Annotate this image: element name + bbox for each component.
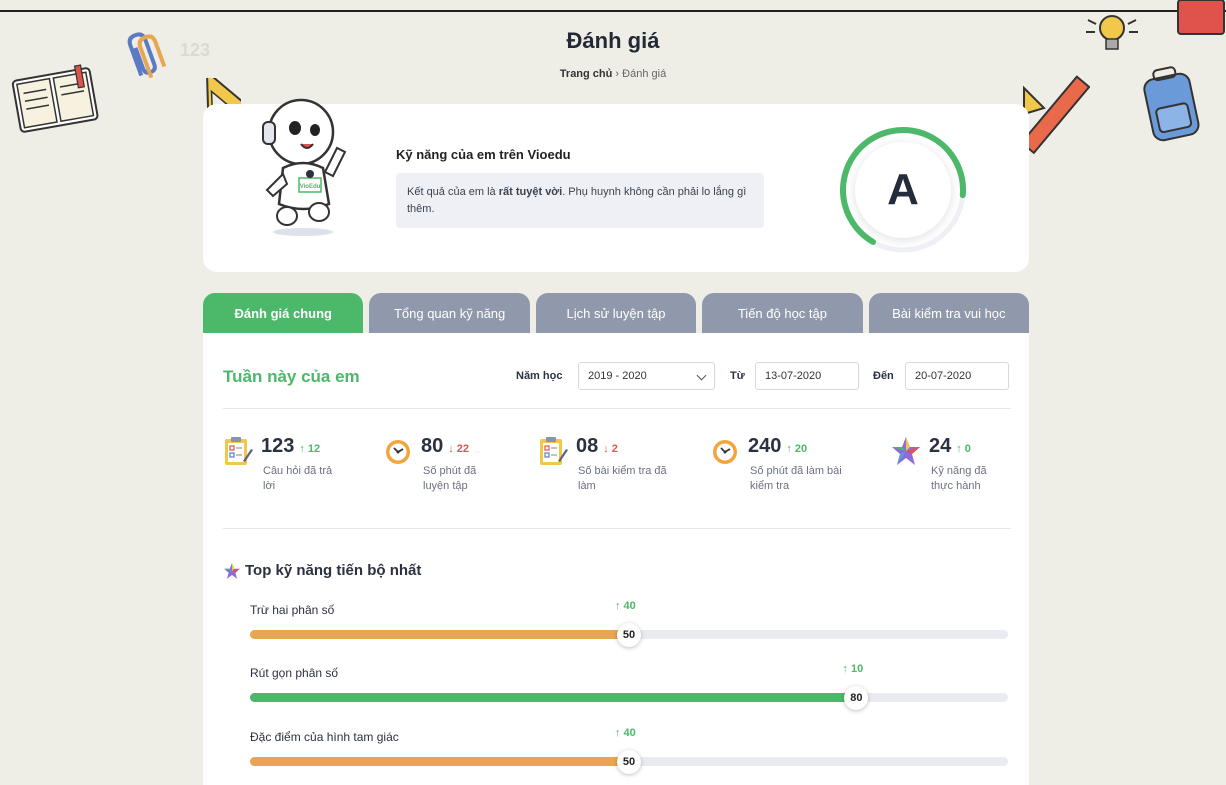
stat-delta: ↓ 22: [448, 443, 470, 455]
year-select[interactable]: 2019 - 2020: [578, 362, 715, 390]
divider: [223, 528, 1011, 529]
hero-heading: Kỹ năng của em trên Vioedu: [396, 147, 571, 162]
grade-letter: A: [887, 165, 919, 214]
clipboard-icon: [540, 437, 568, 465]
stat-label: Số phút đã luyện tập: [423, 465, 477, 492]
stat-value: 08: [576, 435, 599, 457]
skill-fill: [250, 630, 629, 639]
skill-row: Rút gọn phân số 80 ↑ 10: [250, 663, 1010, 726]
breadcrumb-current: Đánh giá: [622, 68, 667, 80]
tab-bar: Đánh giá chung Tổng quan kỹ năng Lịch sử…: [203, 293, 1030, 333]
stat-label: Số bài kiểm tra đã làm: [578, 465, 667, 492]
stat-value: 80: [421, 435, 444, 457]
stat-tests-done: 08 ↓ 2 Số bài kiểm tra đã làm: [538, 433, 688, 503]
breadcrumb: Trang chủ › Đánh giá: [0, 68, 1226, 80]
hero-message: Kết quả của em là rất tuyệt vời. Phụ huy…: [396, 173, 764, 228]
top-skills-title: Top kỹ năng tiến bộ nhất: [245, 562, 422, 579]
stat-value: 123: [261, 435, 295, 457]
page-title: Đánh giá: [566, 28, 660, 53]
stat-label: Kỹ năng đã thực hành: [931, 465, 987, 492]
skill-fill: [250, 693, 857, 702]
section-title: Tuần này của em: [223, 367, 360, 386]
skill-delta: ↑ 10: [842, 663, 864, 675]
breadcrumb-separator: ›: [615, 68, 620, 80]
chevron-down-icon: [696, 370, 707, 381]
stat-value: 240: [748, 435, 782, 457]
stat-delta: ↑ 0: [956, 443, 971, 455]
skill-name: Đặc điểm của hình tam giác: [250, 730, 399, 744]
year-label: Năm học: [516, 370, 563, 382]
page-header: Đánh giá Trang chủ › Đánh giá: [0, 28, 1226, 80]
stat-delta: ↑ 12: [299, 443, 321, 455]
stat-questions: 123 ↑ 12 Câu hỏi đã trả lời: [223, 433, 373, 503]
stat-practice-minutes: 80 ↓ 22 Số phút đã luyện tập: [383, 433, 533, 503]
to-label: Đến: [873, 370, 894, 382]
stat-delta: ↑ 20: [786, 443, 808, 455]
skill-row: Đặc điểm của hình tam giác 50 ↑ 40: [250, 727, 1010, 785]
stat-skills-practiced: 24 ↑ 0 Kỹ năng đã thực hành: [891, 433, 1041, 503]
tab-history[interactable]: Lịch sử luyện tập: [535, 293, 697, 333]
skill-delta: ↑ 40: [615, 727, 636, 739]
divider: [223, 408, 1011, 409]
skill-fill: [250, 757, 629, 766]
skill-track: [250, 693, 1008, 702]
clock-icon: [713, 440, 737, 464]
skill-score: 80: [844, 686, 869, 710]
ruler-icon: [1020, 75, 1090, 155]
tab-tests[interactable]: Bài kiểm tra vui học: [868, 293, 1030, 333]
skill-score: 50: [617, 750, 641, 774]
skill-delta: ↑ 40: [615, 600, 636, 612]
robot-badge-text: VioEdu: [300, 184, 321, 190]
skill-summary-card: VioEdu Kỹ năng của em trên Vioedu Kết qu…: [203, 98, 1029, 272]
stat-label: Số phút đã làm bài kiểm tra: [750, 465, 842, 492]
skill-name: Rút gọn phân số: [250, 666, 339, 680]
breadcrumb-home[interactable]: Trang chủ: [560, 68, 613, 80]
tab-progress[interactable]: Tiến độ học tập: [702, 293, 863, 333]
tab-overview[interactable]: Đánh giá chung: [203, 293, 364, 333]
skill-row: Trừ hai phân số 50 ↑ 40: [250, 600, 1010, 663]
stat-delta: ↓ 2: [603, 443, 618, 455]
from-label: Từ: [730, 370, 745, 382]
from-date-input[interactable]: 13-07-2020: [755, 362, 859, 390]
robot-mascot-icon: VioEdu: [262, 98, 347, 236]
star-icon: [892, 437, 920, 465]
skill-name: Trừ hai phân số: [250, 603, 335, 617]
overview-panel: Tuần này của em Năm học 2019 - 2020 Từ 1…: [203, 333, 1029, 785]
star-icon: [224, 563, 240, 579]
stat-label: Câu hỏi đã trả lời: [263, 465, 333, 492]
skill-score: 50: [617, 623, 641, 647]
stat-test-minutes: 240 ↑ 20 Số phút đã làm bài kiểm tra: [710, 433, 860, 503]
tab-skills[interactable]: Tổng quan kỹ năng: [369, 293, 530, 333]
top-border: [0, 10, 1226, 12]
to-date-input[interactable]: 20-07-2020: [905, 362, 1009, 390]
clipboard-icon: [225, 437, 253, 465]
clock-icon: [386, 440, 410, 464]
stat-value: 24: [929, 435, 952, 457]
